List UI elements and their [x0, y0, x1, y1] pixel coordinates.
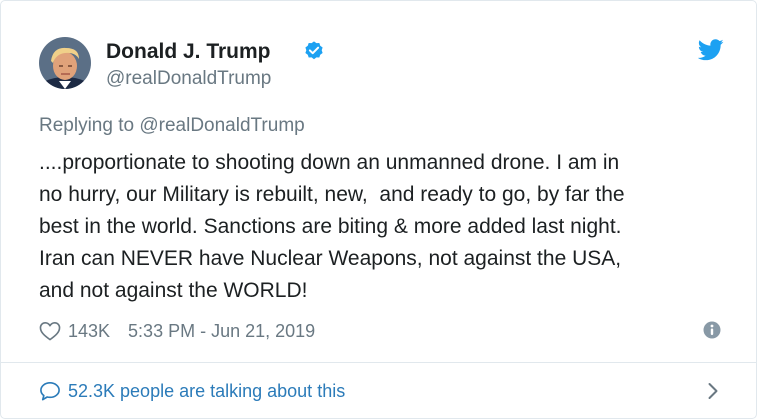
- tweet-card: Donald J. Trump @realDonaldTrump Replyin…: [0, 0, 757, 419]
- tweet-meta: 143K 5:33 PM - Jun 21, 2019: [39, 319, 315, 343]
- like-count[interactable]: 143K: [68, 321, 110, 342]
- divider: [1, 362, 756, 363]
- author-handle[interactable]: @realDonaldTrump: [106, 68, 271, 90]
- tweet-text-line: no hurry, our Military is rebuilt, new, …: [39, 183, 625, 206]
- tweet-text-line: Iran can NEVER have Nuclear Weapons, not…: [39, 247, 622, 270]
- twitter-bird-icon[interactable]: [698, 39, 724, 61]
- tweet-text-line: best in the world. Sanctions are biting …: [39, 215, 622, 238]
- replying-to-handle-link[interactable]: @realDonaldTrump: [139, 115, 304, 136]
- talking-about-link[interactable]: 52.3K people are talking about this: [39, 379, 345, 403]
- replying-to-label: Replying to: [39, 115, 135, 136]
- tweet-text-line: and not against the WORLD!: [39, 279, 308, 302]
- talking-about-label: 52.3K people are talking about this: [68, 380, 346, 401]
- verified-badge-icon: [305, 41, 323, 60]
- tweet-text: ....proportionate to shooting down an un…: [39, 147, 739, 307]
- chevron-right-icon[interactable]: [707, 382, 719, 400]
- tweet-text-line: ....proportionate to shooting down an un…: [39, 151, 620, 174]
- avatar[interactable]: [39, 37, 91, 89]
- author-display-name[interactable]: Donald J. Trump: [106, 40, 271, 64]
- heart-icon[interactable]: [39, 321, 61, 341]
- replying-to-line: Replying to @realDonaldTrump: [39, 115, 305, 137]
- speech-bubble-icon: [40, 382, 60, 401]
- info-icon[interactable]: [703, 321, 721, 339]
- tweet-timestamp[interactable]: 5:33 PM - Jun 21, 2019: [128, 321, 315, 342]
